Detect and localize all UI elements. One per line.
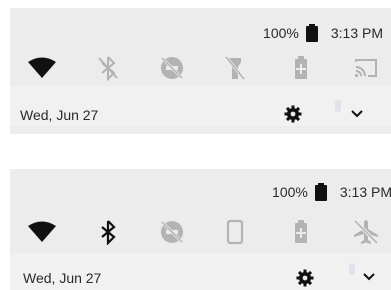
wifi-icon [28, 57, 56, 78]
cast-icon [354, 59, 377, 78]
status-bar: 100% 3:13 PM [263, 24, 383, 42]
cast-tile[interactable] [348, 53, 384, 83]
date-label: Wed, Jun 27 [20, 107, 99, 123]
do-not-disturb-off-icon [160, 56, 184, 80]
quick-settings-tiles [24, 53, 384, 83]
do-not-disturb-off-icon [160, 220, 184, 244]
flashlight-tile[interactable] [217, 53, 253, 83]
auto-rotate-tile[interactable] [217, 217, 253, 247]
do-not-disturb-tile[interactable] [154, 217, 190, 247]
bluetooth-tile[interactable] [90, 53, 126, 83]
panel-footer: Wed, Jun 27 [10, 263, 391, 290]
settings-gear-icon[interactable] [284, 105, 302, 123]
wifi-tile[interactable] [24, 217, 60, 247]
date-label: Wed, Jun 27 [23, 270, 102, 286]
do-not-disturb-tile[interactable] [154, 53, 190, 83]
airplane-mode-tile[interactable] [348, 217, 384, 247]
clock: 3:13 PM [330, 25, 383, 41]
screenshot-page: 100% 3:13 PM Wed, Jun 27 100% 3:13 PM We… [0, 0, 391, 290]
auto-rotate-icon [226, 219, 244, 245]
microphone-icon [349, 263, 355, 275]
panel-footer: Wed, Jun 27 [10, 100, 391, 127]
battery-full-icon [314, 183, 327, 201]
battery-saver-tile[interactable] [283, 217, 319, 247]
expand-chevron-icon[interactable] [349, 106, 365, 122]
battery-saver-icon [295, 220, 307, 243]
battery-percent: 100% [263, 25, 299, 41]
status-bar: 100% 3:13 PM [272, 183, 391, 201]
battery-saver-icon [295, 56, 307, 79]
settings-gear-icon[interactable] [296, 269, 314, 287]
clock: 3:13 PM [339, 184, 391, 200]
bluetooth-off-icon [98, 56, 118, 81]
quick-settings-panel-1: 100% 3:13 PM Wed, Jun 27 [10, 8, 391, 134]
airplane-mode-off-icon [353, 219, 379, 245]
battery-percent: 100% [272, 184, 308, 200]
battery-full-icon [305, 24, 318, 42]
bluetooth-icon [101, 220, 116, 245]
microphone-icon [335, 100, 341, 112]
quick-settings-tiles [24, 217, 384, 247]
wifi-tile[interactable] [24, 53, 60, 83]
battery-saver-tile[interactable] [283, 53, 319, 83]
bluetooth-tile[interactable] [90, 217, 126, 247]
flashlight-off-icon [224, 56, 246, 80]
quick-settings-panel-2: 100% 3:13 PM Wed, Jun 27 [10, 169, 391, 290]
wifi-icon [28, 221, 56, 242]
expand-chevron-icon[interactable] [361, 269, 377, 285]
